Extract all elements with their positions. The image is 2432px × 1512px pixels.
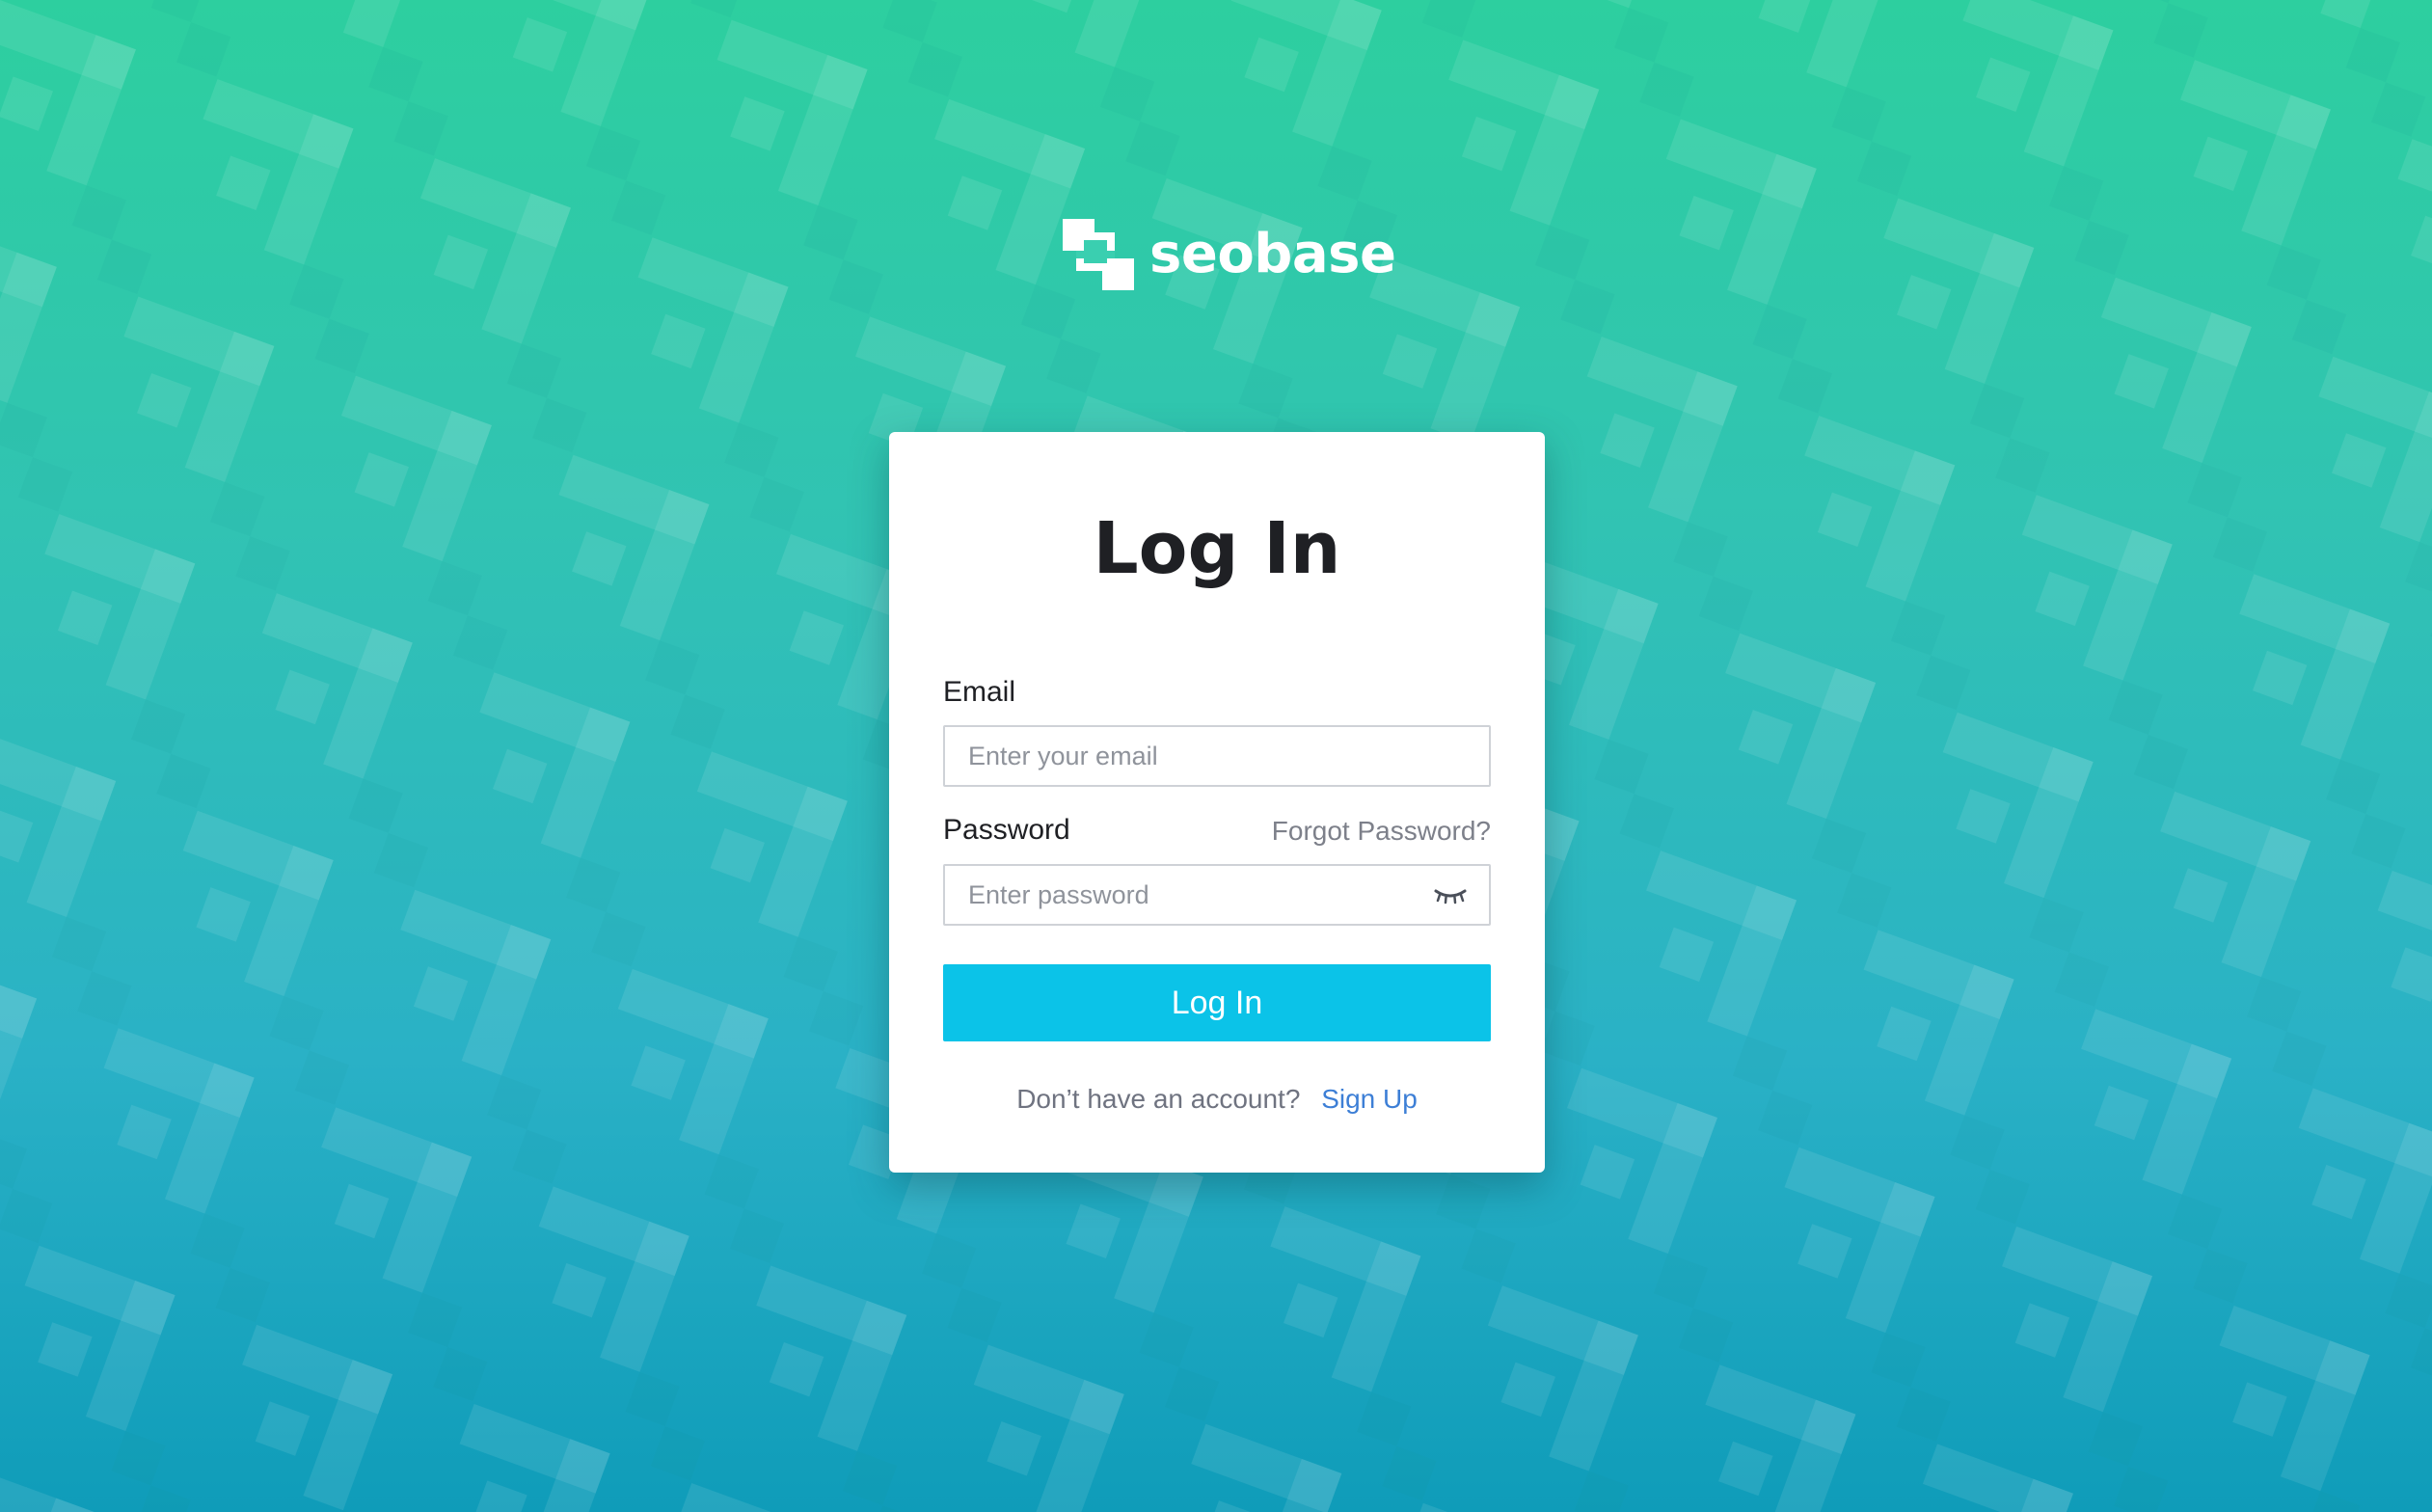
brand-name: seobase <box>1149 223 1396 285</box>
forgot-password-link[interactable]: Forgot Password? <box>1272 814 1491 849</box>
page-title: Log In <box>1093 507 1341 590</box>
signup-link[interactable]: Sign Up <box>1321 1084 1418 1114</box>
seobase-logo-icon <box>1063 219 1134 290</box>
login-card: Log In Email Password Forgot Password? L… <box>889 432 1545 1173</box>
signup-prompt: Don’t have an account? <box>1016 1084 1301 1114</box>
password-field[interactable] <box>945 866 1489 924</box>
password-visibility-toggle[interactable] <box>1431 881 1470 910</box>
email-field[interactable] <box>945 727 1489 785</box>
password-field-box <box>943 864 1491 926</box>
brand-logo[interactable]: seobase <box>1063 219 1396 290</box>
email-field-box <box>943 725 1491 787</box>
login-button[interactable]: Log In <box>943 964 1491 1041</box>
eye-closed-icon <box>1434 889 1467 904</box>
password-label: Password <box>943 814 1070 846</box>
email-label: Email <box>943 676 1016 708</box>
signup-row: Don’t have an account? Sign Up <box>889 1082 1545 1117</box>
